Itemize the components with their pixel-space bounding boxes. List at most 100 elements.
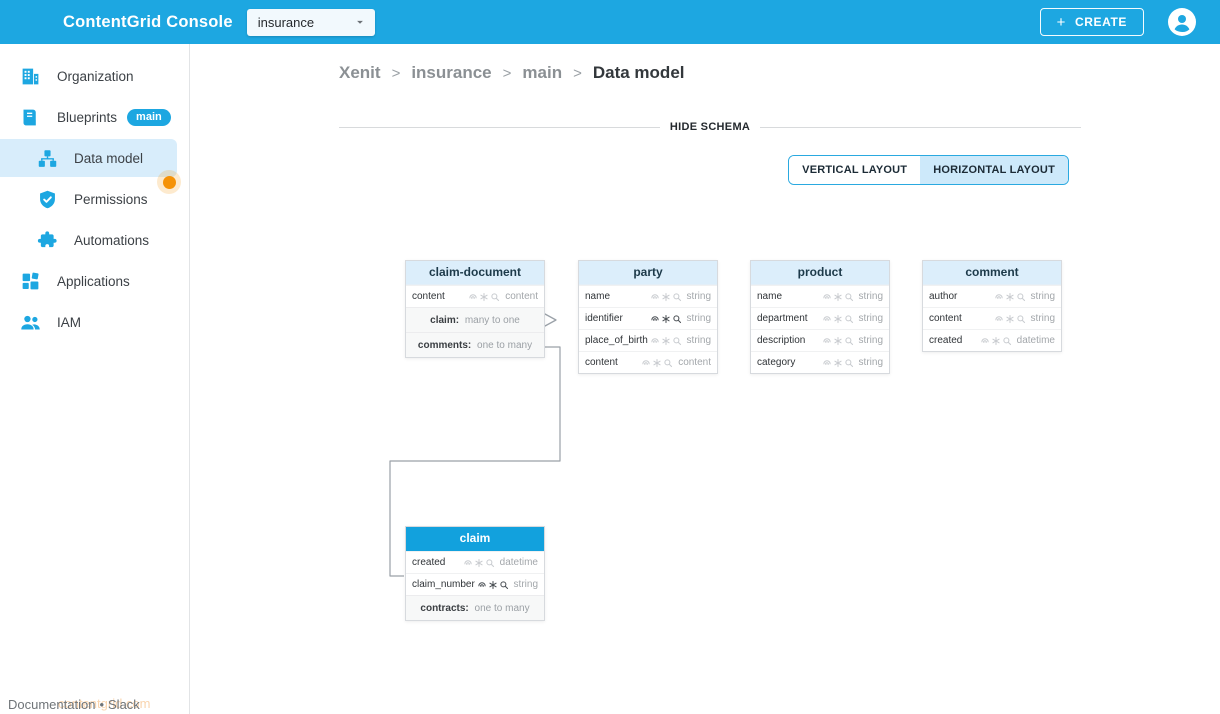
attribute-row[interactable]: descriptionstring [751, 329, 889, 351]
attribute-type: string [859, 291, 883, 302]
relation-name: contracts: [420, 603, 468, 614]
attribute-row[interactable]: name string [579, 285, 717, 307]
entity-product[interactable]: productnamestringdepartmentstringdescrip… [750, 260, 890, 374]
attribute-row[interactable]: categorystring [751, 351, 889, 373]
unique-icon [994, 292, 1004, 302]
entity-header[interactable]: comment [923, 261, 1061, 285]
attribute-flags [822, 314, 854, 324]
plus-icon: + [1057, 15, 1066, 30]
sidebar-item-organization[interactable]: Organization [0, 57, 177, 95]
attribute-type: string [687, 335, 711, 346]
attribute-flags [822, 292, 854, 302]
project-selector[interactable]: insurance [247, 9, 375, 36]
attribute-flags [468, 292, 500, 302]
attribute-row[interactable]: identifierstring [579, 307, 717, 329]
attribute-row[interactable]: departmentstring [751, 307, 889, 329]
unique-icon [980, 336, 990, 346]
sidebar-item-data-model[interactable]: Data model [0, 139, 177, 177]
attribute-type: string [687, 291, 711, 302]
relation-row[interactable]: claim: many to one [406, 307, 544, 332]
unique-icon [641, 358, 651, 368]
permissions-icon [37, 189, 58, 210]
attribute-flags [650, 314, 682, 324]
relation-name: claim: [430, 315, 459, 326]
unique-icon [822, 314, 832, 324]
sidebar-item-permissions[interactable]: Permissions [0, 180, 177, 218]
required-icon [479, 292, 489, 302]
searchable-icon [844, 336, 854, 346]
searchable-icon [499, 580, 509, 590]
attribute-type: string [1031, 313, 1055, 324]
attribute-type: content [678, 357, 711, 368]
unique-icon [650, 292, 660, 302]
attribute-row[interactable]: claim_numberstring [406, 573, 544, 595]
app-title: ContentGrid Console [63, 13, 233, 32]
required-icon [833, 358, 843, 368]
entity-comment[interactable]: commentauthorstringcontentstringcreatedd… [922, 260, 1062, 352]
entity-header[interactable]: claim-document [406, 261, 544, 285]
entity-header[interactable]: claim [406, 527, 544, 551]
attribute-flags [650, 292, 682, 302]
sidebar-item-automations[interactable]: Automations [0, 221, 177, 259]
attribute-row[interactable]: createddatetime [923, 329, 1061, 351]
unique-icon [650, 314, 660, 324]
sidebar-item-label: Data model [74, 151, 143, 166]
attribute-name: department [757, 313, 808, 324]
entity-header[interactable]: party [579, 261, 717, 285]
attribute-type: datetime [1017, 335, 1055, 346]
searchable-icon [663, 358, 673, 368]
unique-icon [994, 314, 1004, 324]
footer-link-slack[interactable]: Slack [108, 697, 140, 712]
attribute-name: place_of_birth [585, 335, 648, 346]
attribute-row[interactable]: contentcontent [406, 285, 544, 307]
attribute-row[interactable]: authorstring [923, 285, 1061, 307]
searchable-icon [844, 358, 854, 368]
attribute-row[interactable]: contentcontent [579, 351, 717, 373]
organization-icon [20, 66, 41, 87]
attribute-flags [980, 336, 1012, 346]
required-icon [488, 580, 498, 590]
required-icon [474, 558, 484, 568]
sidebar-item-iam[interactable]: IAM [0, 303, 177, 341]
sidebar-item-label: IAM [57, 315, 81, 330]
person-icon [1170, 10, 1194, 34]
attribute-name: claim_number [412, 579, 475, 590]
searchable-icon [672, 292, 682, 302]
unique-icon [822, 292, 832, 302]
footer-link-documentation[interactable]: Documentation [8, 697, 95, 712]
attribute-name: content [412, 291, 445, 302]
create-button[interactable]: + CREATE [1040, 8, 1144, 36]
user-avatar[interactable] [1168, 8, 1196, 36]
relation-row[interactable]: contracts: one to many [406, 595, 544, 620]
sidebar: OrganizationBlueprintsmain Data model Perm… [0, 44, 190, 714]
attribute-flags [822, 358, 854, 368]
searchable-icon [1016, 314, 1026, 324]
sidebar-item-blueprints[interactable]: Blueprintsmain [0, 98, 177, 136]
required-icon [991, 336, 1001, 346]
relation-row[interactable]: comments: one to many [406, 332, 544, 357]
searchable-icon [1016, 292, 1026, 302]
attribute-type: string [1031, 291, 1055, 302]
entity-party[interactable]: partynamestringidentifierstringplace_of_… [578, 260, 718, 374]
attribute-row[interactable]: createddatetime [406, 551, 544, 573]
attribute-name: description [757, 335, 805, 346]
attribute-name: category [757, 357, 795, 368]
attribute-flags [650, 336, 682, 346]
required-icon [661, 292, 671, 302]
attribute-name: name [585, 291, 610, 302]
chevron-down-icon [353, 15, 367, 29]
attribute-row[interactable]: place_of_birth string [579, 329, 717, 351]
entity-claim-document[interactable]: claim-documentcontentcontentclaim: many … [405, 260, 545, 358]
attribute-row[interactable]: contentstring [923, 307, 1061, 329]
top-bar: ContentGrid Console insurance + CREATE [0, 0, 1220, 44]
sidebar-item-applications[interactable]: Applications [0, 262, 177, 300]
attribute-row[interactable]: namestring [751, 285, 889, 307]
entity-header[interactable]: product [751, 261, 889, 285]
relation-cardinality: one to many [472, 603, 530, 614]
automations-icon [37, 230, 58, 251]
searchable-icon [1002, 336, 1012, 346]
sidebar-footer: Documentation•Slack [8, 697, 140, 712]
project-selector-value: insurance [258, 15, 314, 30]
entity-claim[interactable]: claimcreateddatetimeclaim_numberstringco… [405, 526, 545, 621]
sidebar-item-label: Automations [74, 233, 149, 248]
